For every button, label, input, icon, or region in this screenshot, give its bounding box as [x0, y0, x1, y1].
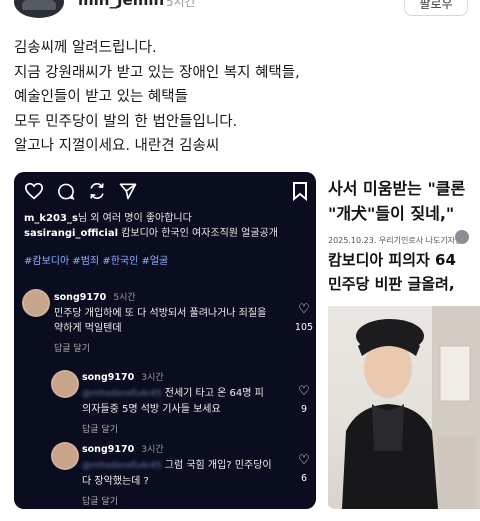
comment: song9170 3시간 @mhsdsnefu4r45 전세기 타고 온 64명…: [82, 370, 264, 435]
comment-mention[interactable]: @mhsdsnefu4r45: [82, 459, 162, 474]
comment-line: 민주당 개입하에 또 다 석방되서 풀려나거나 죄질을: [54, 308, 267, 319]
person-photo-illustration: [342, 306, 480, 509]
comment-line: 다 장악했는데 ?: [82, 476, 149, 487]
comment-user[interactable]: song9170: [82, 444, 134, 455]
comment-user[interactable]: song9170: [82, 372, 134, 383]
comment-like-count: 9: [300, 404, 308, 415]
comment-icon: [58, 183, 75, 200]
author-username[interactable]: min_Jemin: [78, 0, 164, 9]
reply-link[interactable]: 답글 달기: [54, 341, 266, 354]
article-photo: [328, 306, 480, 509]
comment-avatar: [51, 442, 79, 470]
comment-line: 약하게 먹일텐데: [54, 323, 122, 334]
caption-text: 캄보디아 한국인 여자조직원 얼굴공개: [121, 228, 278, 239]
article-headline-line: 사서 미움받는 "클론: [328, 179, 466, 198]
comment-line: 그럼 국힘 개입? 민주당이: [164, 460, 272, 471]
comment-time: 5시간: [113, 293, 136, 303]
post-time: 5시간: [166, 0, 196, 9]
article-headline-line: "개犬"들이 짖네,": [328, 204, 455, 223]
post-line: 알고나 지껄이세요. 내란견 김송씨: [14, 138, 220, 154]
comment-line: 의자들중 5명 석방 기사들 보세요: [82, 404, 221, 415]
comment-like-icon[interactable]: ♡: [294, 302, 314, 317]
comment-time: 3시간: [141, 445, 164, 455]
caption-user[interactable]: sasirangi_official: [24, 228, 118, 239]
likes-text: 님 외 여러 명이 좋아합니다: [77, 213, 192, 224]
post-header: min_Jemin 5시간 팔로우: [0, 0, 480, 22]
comment-user[interactable]: song9170: [54, 292, 106, 303]
likes-line: m_k203_s님 외 여러 명이 좋아합니다: [24, 209, 192, 224]
comment: song9170 5시간 민주당 개입하에 또 다 석방되서 풀려나거나 죄질을…: [54, 290, 266, 354]
attached-image-article[interactable]: 사서 미움받는 "클론 "개犬"들이 짖네," 2025.10.23. 우리기인…: [326, 172, 480, 509]
article-meta: 2025.10.23. 우리기인로사 나도기자단: [328, 236, 463, 245]
attached-image-instagram[interactable]: m_k203_s님 외 여러 명이 좋아합니다 sasirangi_offici…: [14, 172, 316, 509]
post-line: 예술인들이 받고 있는 혜택들: [14, 89, 188, 105]
comment-like-icon[interactable]: ♡: [294, 453, 314, 468]
follow-button[interactable]: 팔로우: [404, 0, 468, 16]
author-avatar[interactable]: [14, 0, 64, 18]
heart-icon: [24, 182, 44, 200]
comment-like-count: 6: [300, 473, 308, 484]
likes-user[interactable]: m_k203_s: [24, 213, 78, 224]
post-line: 지금 강원래씨가 받고 있는 장애인 복지 혜택들,: [14, 64, 300, 81]
reporter-avatar: [455, 230, 469, 244]
comment: song9170 3시간 @mhsdsnefu4r45 그럼 국힘 개입? 민주…: [82, 442, 272, 507]
bookmark-icon: [293, 182, 307, 201]
article-subhead-line: 캄보디아 피의자 64: [328, 251, 456, 269]
comment-like-count: 105: [294, 322, 314, 333]
reply-link[interactable]: 답글 달기: [82, 494, 272, 507]
repost-icon: [90, 183, 104, 199]
post-text: 김송씨께 알려드립니다. 지금 강원래씨가 받고 있는 장애인 복지 혜택들, …: [14, 36, 344, 159]
share-icon: [119, 183, 137, 200]
article-subhead-line: 민주당 비판 글올려,: [328, 275, 455, 293]
caption-line: sasirangi_official 캄보디아 한국인 여자조직원 얼굴공개: [24, 224, 278, 239]
comment-avatar: [51, 370, 79, 398]
comment-avatar: [22, 289, 50, 317]
reply-link[interactable]: 답글 달기: [82, 422, 264, 435]
comment-line: 전세기 타고 온 64명 피: [164, 388, 264, 399]
post-line: 김송씨께 알려드립니다.: [14, 40, 157, 56]
comment-time: 3시간: [141, 373, 164, 383]
hashtags[interactable]: #캄보디아 #범죄 #한국인 #얼굴: [24, 252, 168, 267]
comment-mention[interactable]: @mhsdsnefu4r45: [82, 387, 162, 402]
post-line: 모두 민주당이 발의 한 법안들입니다.: [14, 113, 238, 130]
comment-like-icon[interactable]: ♡: [294, 384, 314, 399]
